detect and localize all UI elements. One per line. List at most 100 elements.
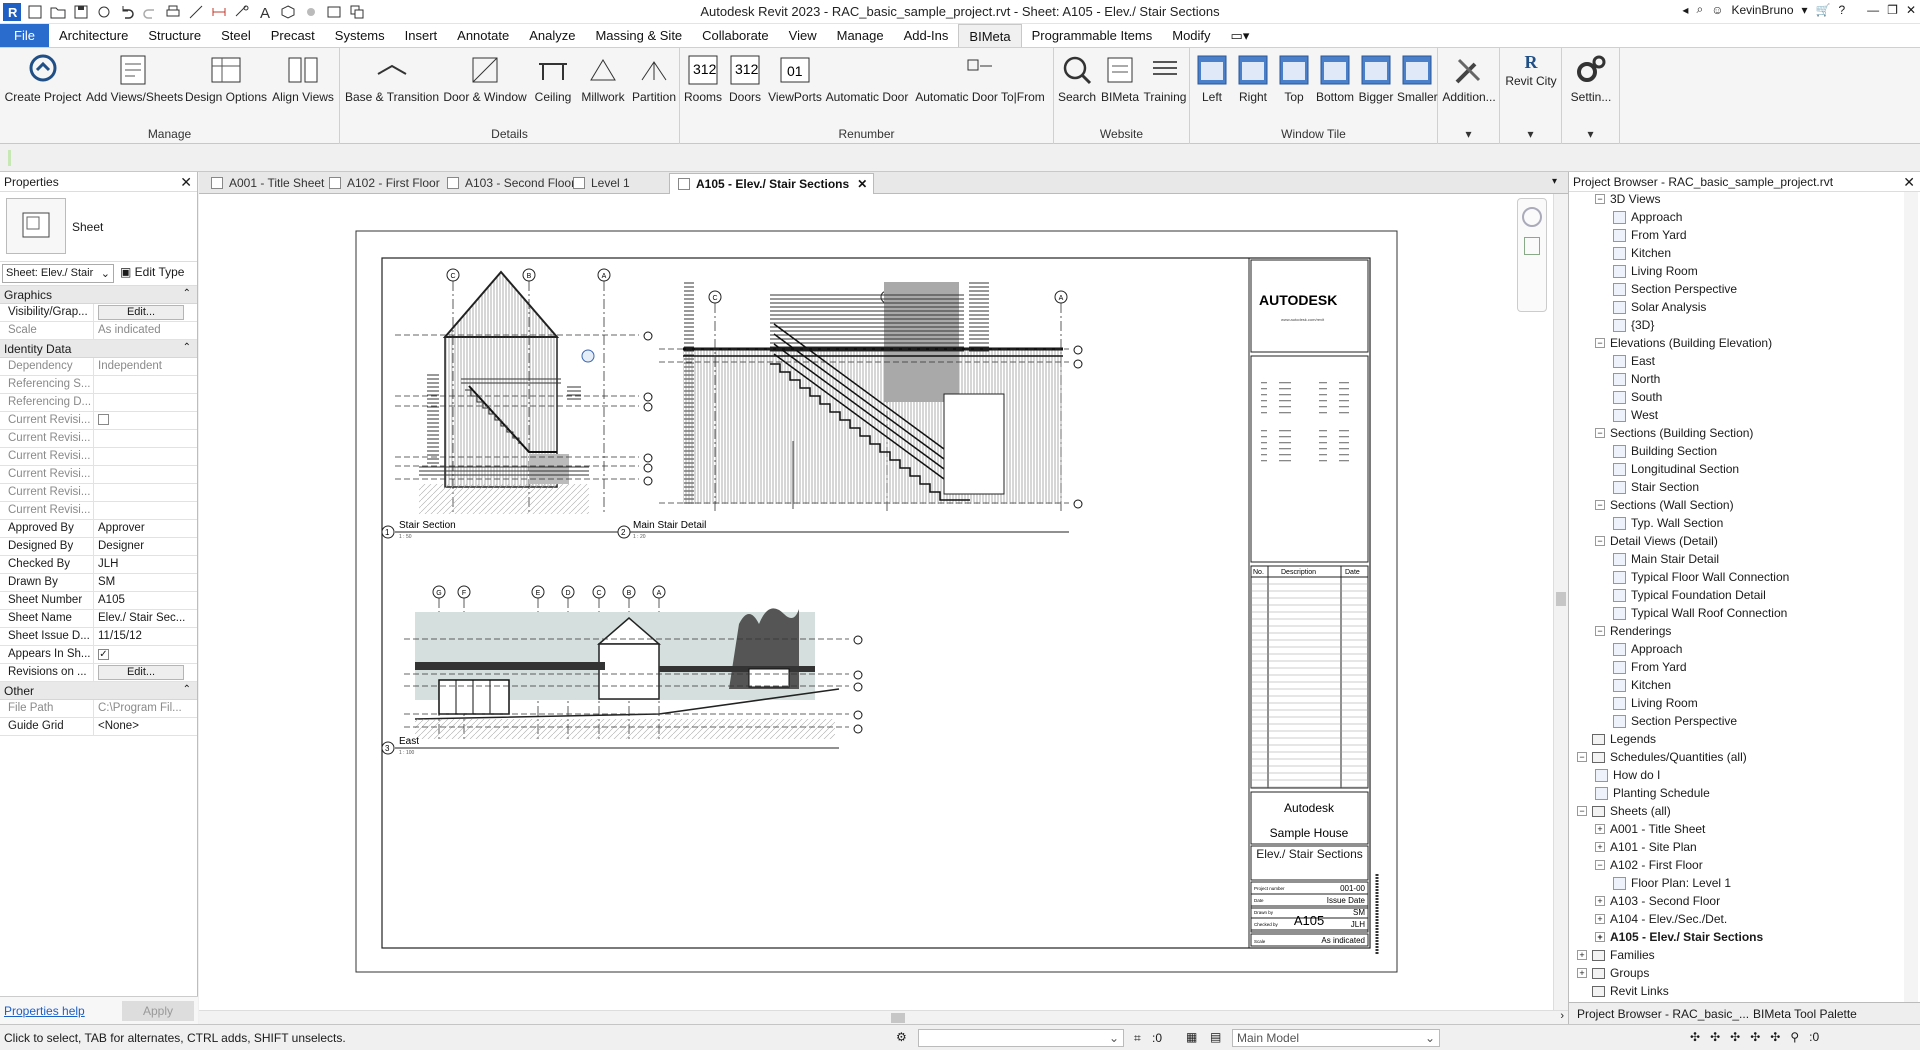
collapse-icon[interactable]: ⌃ — [183, 288, 191, 299]
browser-node[interactable]: Planting Schedule — [1595, 784, 1710, 802]
browser-node[interactable]: + A104 - Elev./Sec./Det. — [1595, 910, 1727, 928]
group-identity[interactable]: Identity Data ⌃ — [0, 340, 197, 358]
user-name[interactable]: KevinBruno — [1731, 3, 1793, 17]
browser-node[interactable]: Floor Plan: Level 1 — [1613, 874, 1731, 892]
browser-node[interactable]: Typ. Wall Section — [1613, 514, 1723, 532]
collapse-icon[interactable]: − — [1595, 428, 1605, 438]
design-option-set-icon[interactable]: ▤ — [1210, 1030, 1221, 1044]
revit-city-button[interactable]: R Revit City — [1502, 52, 1560, 88]
partition-button[interactable]: Partition — [630, 52, 678, 104]
collapse-icon[interactable]: − — [1577, 752, 1587, 762]
menu-tab-systems[interactable]: Systems — [325, 24, 395, 47]
menu-tab-manage[interactable]: Manage — [827, 24, 894, 47]
search-icon[interactable]: ◂ — [1682, 3, 1688, 17]
menu-tab-modify[interactable]: Modify — [1162, 24, 1220, 47]
help-icon[interactable]: ? — [1838, 3, 1845, 17]
doors-button[interactable]: 312 Doors — [724, 52, 766, 104]
search-button[interactable]: Search — [1056, 52, 1098, 104]
horizontal-scrollbar[interactable]: › — [199, 1010, 1568, 1024]
collapse-icon[interactable]: − — [1595, 536, 1605, 546]
workset-dropdown[interactable]: ⌄ — [918, 1029, 1124, 1047]
browser-node[interactable]: − Elevations (Building Elevation) — [1595, 334, 1772, 352]
restore-icon[interactable]: ❐ — [1887, 3, 1898, 17]
edit-type-button[interactable]: ▣ Edit Type — [120, 265, 184, 279]
tile-left-button[interactable]: Left — [1192, 52, 1232, 104]
property-value[interactable]: 11/15/12 — [94, 628, 197, 645]
editable-only-icon[interactable]: ⌗ — [1134, 1031, 1141, 1046]
menu-tab-bimeta[interactable]: BIMeta — [958, 24, 1022, 47]
steering-wheel-icon[interactable] — [1522, 207, 1542, 227]
menu-tab-annotate[interactable]: Annotate — [447, 24, 519, 47]
panel-dropdown[interactable]: ▾ — [1562, 127, 1619, 141]
expand-icon[interactable]: + — [1595, 896, 1605, 906]
browser-node[interactable]: Kitchen — [1613, 676, 1671, 694]
browser-node[interactable]: How do I — [1595, 766, 1660, 784]
view-tab[interactable]: A105 - Elev./ Stair Sections ✕ — [669, 173, 875, 194]
browser-node[interactable]: Section Perspective — [1613, 280, 1737, 298]
browser-node[interactable]: Typical Floor Wall Connection — [1613, 568, 1789, 586]
expand-icon[interactable]: + — [1595, 932, 1605, 942]
rooms-button[interactable]: 312 Rooms — [682, 52, 724, 104]
property-value[interactable]: Designer — [94, 538, 197, 555]
view-tab[interactable]: A103 - Second Floor — [439, 173, 581, 194]
create-project-button[interactable]: Create Project — [4, 52, 82, 104]
tabs-overflow-icon[interactable]: ▾ — [1552, 176, 1557, 187]
expand-icon[interactable]: + — [1577, 950, 1587, 960]
menu-tab-view[interactable]: View — [779, 24, 827, 47]
cart-icon[interactable]: 🛒 — [1816, 3, 1831, 17]
browser-node[interactable]: − Schedules/Quantities (all) — [1577, 748, 1747, 766]
expand-icon[interactable]: + — [1595, 842, 1605, 852]
menu-tab-structure[interactable]: Structure — [138, 24, 211, 47]
menu-tab-precast[interactable]: Precast — [261, 24, 325, 47]
base-transition-button[interactable]: Base & Transition — [344, 52, 440, 104]
browser-node[interactable]: Legends — [1577, 730, 1656, 748]
addition-button[interactable]: Addition... — [1440, 52, 1498, 104]
select-links-icon[interactable]: ✣ — [1690, 1030, 1700, 1044]
scroll-right-icon[interactable]: › — [1560, 1010, 1564, 1022]
browser-node[interactable]: − Sections (Wall Section) — [1595, 496, 1734, 514]
menu-tab-insert[interactable]: Insert — [395, 24, 448, 47]
close-icon[interactable]: ✕ — [180, 174, 192, 191]
close-icon[interactable]: ✕ — [857, 177, 867, 191]
settings-button[interactable]: Settin... — [1564, 52, 1618, 104]
browser-node[interactable]: Living Room — [1613, 262, 1698, 280]
expand-icon[interactable]: + — [1577, 968, 1587, 978]
property-value[interactable]: <None> — [94, 718, 197, 735]
browser-node[interactable]: {3D} — [1613, 316, 1654, 334]
panel-dropdown[interactable]: ▾ — [1438, 127, 1499, 141]
drawing-canvas[interactable]: AUTODESK www.autodesk.com/revit No. Desc… — [199, 194, 1568, 1010]
browser-node[interactable]: South — [1613, 388, 1662, 406]
browser-node[interactable]: Approach — [1613, 640, 1682, 658]
browser-node[interactable]: West — [1613, 406, 1658, 424]
browser-node[interactable]: North — [1613, 370, 1660, 388]
binoculars-icon[interactable]: ⌕ — [1696, 2, 1703, 17]
menu-tab-add-ins[interactable]: Add-Ins — [894, 24, 959, 47]
browser-node[interactable]: Living Room — [1613, 694, 1698, 712]
property-value[interactable]: JLH — [94, 556, 197, 573]
browser-node[interactable]: Kitchen — [1613, 244, 1671, 262]
view-tab[interactable]: A102 - First Floor — [321, 173, 446, 194]
collapse-icon[interactable]: − — [1595, 500, 1605, 510]
browser-node[interactable]: East — [1613, 352, 1655, 370]
ceiling-button[interactable]: Ceiling — [530, 52, 576, 104]
tile-bigger-button[interactable]: Bigger — [1356, 52, 1396, 104]
automatic-door-button[interactable]: Automatic Door — [824, 52, 910, 104]
collapse-icon[interactable]: − — [1595, 626, 1605, 636]
tab-project-browser[interactable]: Project Browser - RAC_basic_... — [1577, 1007, 1749, 1021]
collapse-icon[interactable]: − — [1595, 860, 1605, 870]
browser-node[interactable]: + A105 - Elev./ Stair Sections — [1595, 928, 1763, 946]
millwork-button[interactable]: Millwork — [576, 52, 630, 104]
browser-node[interactable]: Typical Foundation Detail — [1613, 586, 1766, 604]
vertical-scrollbar[interactable] — [1553, 194, 1568, 1010]
view-tab[interactable]: A001 - Title Sheet — [203, 173, 330, 194]
horizontal-scroll-thumb[interactable] — [891, 1013, 905, 1023]
filter-icon[interactable]: ⚲ — [1790, 1030, 1799, 1044]
close-icon[interactable]: ✕ — [1906, 3, 1916, 17]
menu-tab-programmable-items[interactable]: Programmable Items — [1022, 24, 1163, 47]
type-selector[interactable]: Sheet — [0, 192, 197, 262]
select-pinned-icon[interactable]: ✣ — [1730, 1030, 1740, 1044]
menu-tab-massing-site[interactable]: Massing & Site — [585, 24, 692, 47]
browser-node[interactable]: Longitudinal Section — [1613, 460, 1739, 478]
browser-node[interactable]: Section Perspective — [1613, 712, 1737, 730]
tile-bottom-button[interactable]: Bottom — [1315, 52, 1355, 104]
